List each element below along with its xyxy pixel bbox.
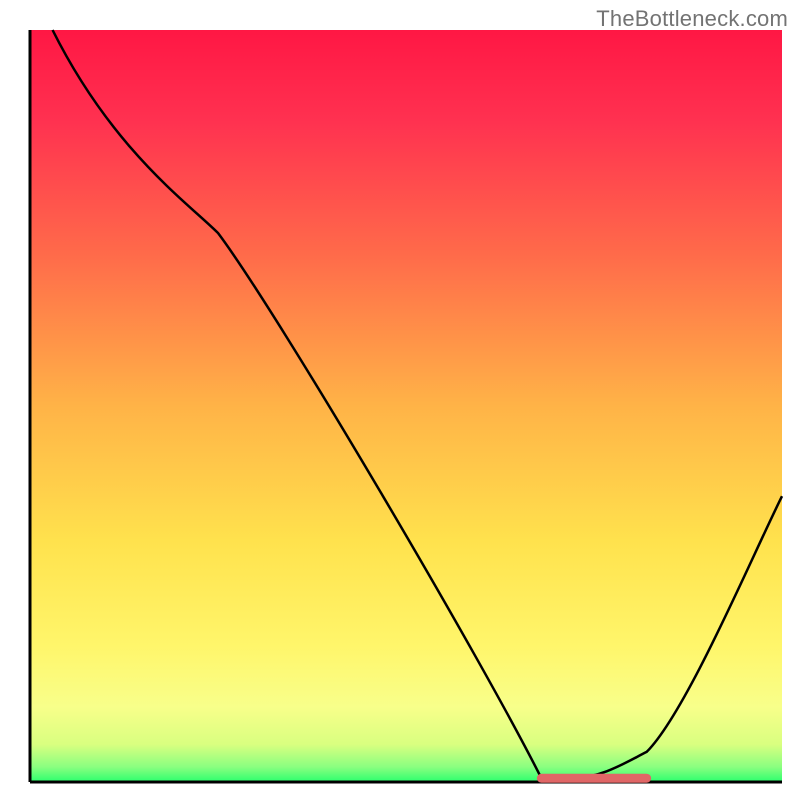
watermark-text: TheBottleneck.com: [596, 6, 788, 32]
bottleneck-chart: [0, 0, 800, 800]
chart-container: TheBottleneck.com: [0, 0, 800, 800]
plot-background: [30, 30, 782, 782]
